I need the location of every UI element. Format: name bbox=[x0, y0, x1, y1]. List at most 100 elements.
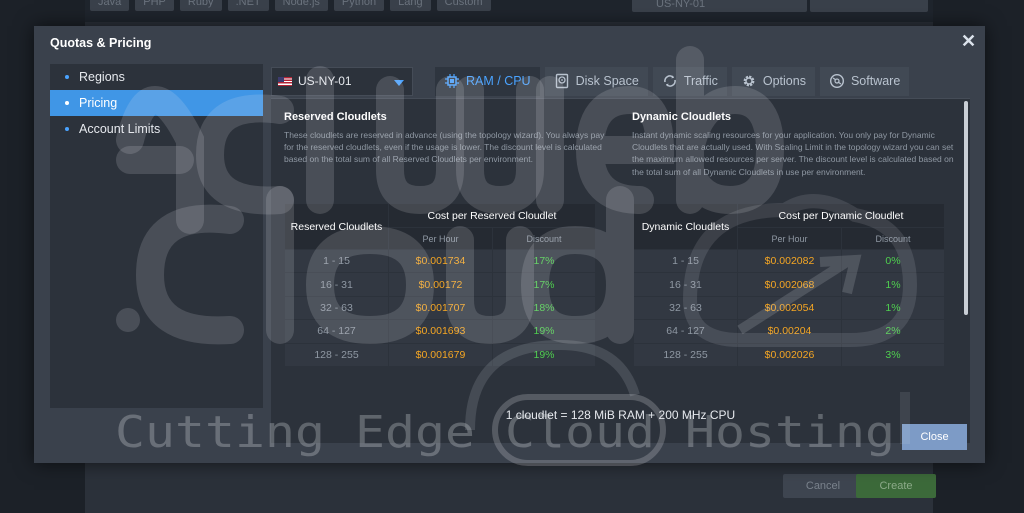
close-button[interactable]: Close bbox=[902, 424, 967, 450]
per-hour-header: Per Hour bbox=[388, 227, 493, 250]
region-select[interactable]: US-NY-01 bbox=[271, 66, 413, 96]
bg-region-select[interactable]: US-NY-01 bbox=[632, 0, 807, 12]
tab-options[interactable]: Options bbox=[731, 66, 815, 96]
sidebar-item-label: Pricing bbox=[79, 96, 118, 110]
tab-disk-space[interactable]: Disk Space bbox=[544, 66, 648, 96]
software-icon bbox=[829, 73, 844, 89]
range-cell: 16 - 31 bbox=[284, 272, 389, 297]
sidebar-item-pricing[interactable]: Pricing bbox=[50, 90, 263, 116]
tab-ram-cpu[interactable]: RAM / CPU bbox=[435, 66, 540, 96]
tab-label: Options bbox=[762, 74, 806, 88]
bg-tab[interactable]: Custom bbox=[436, 0, 491, 11]
scrollbar[interactable] bbox=[964, 101, 968, 315]
bg-tab[interactable]: Ruby bbox=[179, 0, 222, 11]
range-cell: 32 - 63 bbox=[284, 295, 389, 321]
discount-cell: 0% bbox=[841, 248, 945, 274]
traffic-icon bbox=[663, 75, 676, 87]
range-cell: 16 - 31 bbox=[633, 272, 738, 297]
bg-tab[interactable]: PHP bbox=[135, 0, 174, 11]
sidebar-item-label: Regions bbox=[79, 70, 125, 84]
reserved-title: Reserved Cloudlets bbox=[284, 111, 387, 123]
range-cell: 64 - 127 bbox=[633, 319, 738, 344]
sidebar-item-account-limits[interactable]: Account Limits bbox=[50, 116, 263, 142]
cloudlet-footnote: 1 cloudlet = 128 MiB RAM + 200 MHz CPU bbox=[505, 408, 736, 422]
cost-cell: $0.001679 bbox=[388, 342, 493, 367]
bg-tab[interactable]: .NET bbox=[227, 0, 269, 11]
pricing-toolbar: US-NY-01 RAM / CPU Disk Space Traffic Op… bbox=[271, 64, 970, 98]
table-row: 16 - 31 $0.00172 17% bbox=[284, 272, 596, 297]
discount-cell: 3% bbox=[841, 342, 945, 367]
tab-label: RAM / CPU bbox=[466, 74, 531, 88]
range-cell: 1 - 15 bbox=[633, 248, 738, 274]
dynamic-section: Dynamic Cloudlets Instant dynamic scalin… bbox=[632, 111, 962, 209]
tab-label: Disk Space bbox=[575, 74, 639, 88]
cost-cell: $0.002068 bbox=[737, 272, 842, 297]
dynamic-header-group: Cost per Dynamic Cloudlet bbox=[737, 203, 945, 228]
disk-icon bbox=[555, 73, 568, 89]
cost-cell: $0.002054 bbox=[737, 295, 842, 321]
bg-cancel-button[interactable]: Cancel bbox=[783, 474, 863, 498]
region-select-value: US-NY-01 bbox=[298, 74, 352, 88]
reserved-section: Reserved Cloudlets These cloudlets are r… bbox=[284, 111, 614, 209]
dynamic-header-left: Dynamic Cloudlets bbox=[633, 203, 738, 250]
dynamic-pricing-table: Dynamic Cloudlets Cost per Dynamic Cloud… bbox=[633, 203, 945, 367]
chevron-down-icon bbox=[394, 79, 404, 86]
dynamic-description: Instant dynamic scaling resources for yo… bbox=[632, 130, 954, 177]
sidebar-item-regions[interactable]: Regions bbox=[50, 64, 263, 90]
table-row: 32 - 63 $0.002054 1% bbox=[633, 295, 945, 321]
range-cell: 32 - 63 bbox=[633, 295, 738, 321]
tab-label: Traffic bbox=[683, 74, 718, 88]
discount-cell: 19% bbox=[492, 342, 596, 367]
discount-cell: 17% bbox=[492, 248, 596, 274]
cost-cell: $0.00204 bbox=[737, 319, 842, 344]
tab-software[interactable]: Software bbox=[819, 66, 910, 96]
bg-tab[interactable]: Python bbox=[333, 0, 385, 11]
bg-tab[interactable]: Node.js bbox=[274, 0, 328, 11]
bg-search-input[interactable] bbox=[810, 0, 928, 12]
bg-create-button[interactable]: Create bbox=[856, 474, 936, 498]
discount-header: Discount bbox=[492, 227, 596, 250]
reserved-description: These cloudlets are reserved in advance … bbox=[284, 130, 605, 165]
table-row: 1 - 15 $0.002082 0% bbox=[633, 248, 945, 274]
dynamic-title: Dynamic Cloudlets bbox=[632, 111, 732, 123]
discount-cell: 1% bbox=[841, 295, 945, 321]
range-cell: 128 - 255 bbox=[633, 342, 738, 367]
cost-cell: $0.00172 bbox=[388, 272, 493, 297]
table-row: 128 - 255 $0.001679 19% bbox=[284, 342, 596, 367]
resource-tabs: RAM / CPU Disk Space Traffic Options Sof… bbox=[435, 66, 910, 96]
dialog-title: Quotas & Pricing bbox=[50, 36, 152, 50]
background-tabs: Java PHP Ruby .NET Node.js Python Lang C… bbox=[90, 0, 491, 11]
bg-tab[interactable]: Java bbox=[90, 0, 130, 11]
range-cell: 64 - 127 bbox=[284, 319, 389, 344]
discount-cell: 2% bbox=[841, 319, 945, 344]
sidebar-item-label: Account Limits bbox=[79, 122, 161, 136]
cost-cell: $0.001707 bbox=[388, 295, 493, 321]
reserved-header-left: Reserved Cloudlets bbox=[284, 203, 389, 250]
discount-cell: 1% bbox=[841, 272, 945, 297]
pricing-panel: Reserved Cloudlets These cloudlets are r… bbox=[271, 98, 970, 443]
sidebar: Regions Pricing Account Limits bbox=[50, 64, 263, 408]
tab-traffic[interactable]: Traffic bbox=[652, 66, 727, 96]
reserved-pricing-table: Reserved Cloudlets Cost per Reserved Clo… bbox=[284, 203, 596, 367]
discount-cell: 18% bbox=[492, 295, 596, 321]
table-row: 16 - 31 $0.002068 1% bbox=[633, 272, 945, 297]
table-row: 32 - 63 $0.001707 18% bbox=[284, 295, 596, 321]
close-icon[interactable]: ✕ bbox=[961, 31, 976, 52]
table-row: 64 - 127 $0.00204 2% bbox=[633, 319, 945, 344]
cost-cell: $0.001693 bbox=[388, 319, 493, 344]
per-hour-header: Per Hour bbox=[737, 227, 842, 250]
discount-cell: 17% bbox=[492, 272, 596, 297]
quotas-pricing-dialog: Quotas & Pricing ✕ Regions Pricing Accou… bbox=[34, 26, 985, 463]
tab-label: Software bbox=[850, 74, 901, 88]
range-cell: 128 - 255 bbox=[284, 342, 389, 367]
us-flag-icon bbox=[278, 76, 292, 86]
cost-cell: $0.001734 bbox=[388, 248, 493, 274]
gear-icon bbox=[743, 75, 755, 87]
cpu-icon bbox=[445, 74, 459, 88]
reserved-header-group: Cost per Reserved Cloudlet bbox=[388, 203, 596, 228]
table-row: 128 - 255 $0.002026 3% bbox=[633, 342, 945, 367]
discount-cell: 19% bbox=[492, 319, 596, 344]
bg-tab[interactable]: Lang bbox=[390, 0, 431, 11]
table-row: 1 - 15 $0.001734 17% bbox=[284, 248, 596, 274]
pricing-content: US-NY-01 RAM / CPU Disk Space Traffic Op… bbox=[271, 64, 970, 443]
